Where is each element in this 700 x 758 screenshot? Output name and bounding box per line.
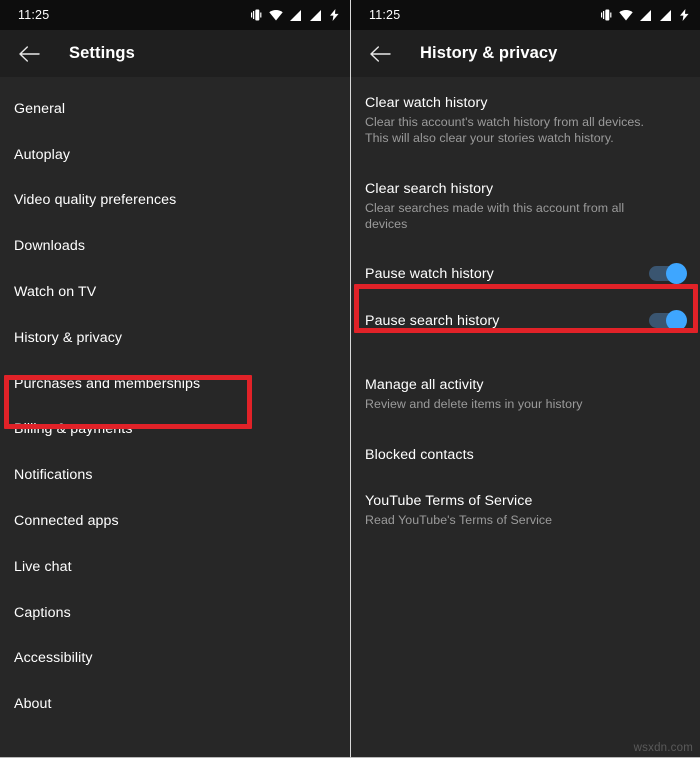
charging-bolt-icon [680, 9, 689, 21]
sidebar-item-billing-and-payments[interactable]: Billing & payments [0, 407, 350, 453]
status-bar-icons: x [251, 9, 339, 21]
dual-screenshot-container: 11:25 x Settings General Autoplay Video … [0, 0, 700, 758]
setting-title: Clear search history [365, 181, 494, 197]
setting-text-block: Clear watch history Clear this account's… [365, 94, 657, 146]
setting-row-youtube-terms-of-service[interactable]: YouTube Terms of Service Read YouTube's … [351, 481, 700, 528]
signal-bars-x-icon: x [309, 9, 323, 21]
setting-title: YouTube Terms of Service [365, 493, 533, 509]
sidebar-item-watch-on-tv[interactable]: Watch on TV [0, 269, 350, 315]
status-bar-clock: 11:25 [369, 8, 401, 22]
watermark: wsxdn.com [633, 742, 693, 754]
signal-bars-icon [640, 9, 652, 21]
status-bar-clock: 11:25 [18, 8, 50, 22]
setting-row-blocked-contacts[interactable]: Blocked contacts [351, 435, 700, 464]
back-arrow-icon [18, 45, 40, 62]
toggle-pause-watch-history[interactable] [649, 262, 687, 284]
sidebar-item-label: Downloads [14, 238, 86, 255]
settings-nav-list: General Autoplay Video quality preferenc… [0, 77, 350, 727]
setting-text-block: Blocked contacts [365, 446, 474, 464]
status-bar-left: 11:25 x [0, 0, 350, 30]
sidebar-item-accessibility[interactable]: Accessibility [0, 636, 350, 682]
setting-text-block: Clear search history Clear searches made… [365, 180, 657, 232]
wifi-icon [619, 9, 633, 21]
sidebar-item-label: General [14, 100, 66, 117]
back-button-right[interactable] [365, 39, 395, 69]
vibrate-icon [601, 9, 612, 21]
setting-title: Clear watch history [365, 95, 488, 111]
sidebar-item-label: Accessibility [14, 650, 93, 667]
history-privacy-list: Clear watch history Clear this account's… [351, 77, 700, 528]
setting-title: Pause search history [365, 312, 500, 329]
setting-title: Manage all activity [365, 377, 484, 393]
setting-subtitle: Clear this account's watch history from … [365, 115, 645, 145]
sidebar-item-label: Purchases and memberships [14, 375, 201, 392]
sidebar-item-label: Connected apps [14, 513, 119, 530]
setting-title: Blocked contacts [365, 447, 474, 463]
vibrate-icon [251, 9, 262, 21]
sidebar-item-general[interactable]: General [0, 86, 350, 132]
wifi-icon [269, 9, 283, 21]
sidebar-item-live-chat[interactable]: Live chat [0, 544, 350, 590]
app-bar-left: Settings [0, 30, 350, 77]
app-bar-right: History & privacy [351, 30, 700, 77]
sidebar-item-label: About [14, 696, 52, 713]
sidebar-item-notifications[interactable]: Notifications [0, 452, 350, 498]
sidebar-item-video-quality-preferences[interactable]: Video quality preferences [0, 178, 350, 224]
setting-subtitle: Review and delete items in your history [365, 397, 583, 411]
setting-row-pause-watch-history[interactable]: Pause watch history [351, 250, 700, 297]
history-privacy-content: Clear watch history Clear this account's… [351, 77, 700, 757]
settings-nav-content: General Autoplay Video quality preferenc… [0, 77, 350, 757]
left-phone-screen: 11:25 x Settings General Autoplay Video … [0, 0, 350, 758]
toggle-thumb [666, 309, 687, 331]
setting-row-clear-watch-history[interactable]: Clear watch history Clear this account's… [351, 83, 700, 146]
sidebar-item-label: Billing & payments [14, 421, 133, 438]
right-phone-screen: 11:25 x History & privacy Clear watch hi… [350, 0, 700, 758]
sidebar-item-connected-apps[interactable]: Connected apps [0, 498, 350, 544]
sidebar-item-label: History & privacy [14, 329, 123, 346]
sidebar-item-captions[interactable]: Captions [0, 590, 350, 636]
setting-text-block: YouTube Terms of Service Read YouTube's … [365, 492, 552, 528]
page-title-left: Settings [69, 44, 135, 62]
setting-row-pause-search-history[interactable]: Pause search history [351, 297, 700, 344]
setting-row-manage-all-activity[interactable]: Manage all activity Review and delete it… [351, 365, 700, 412]
sidebar-item-label: Live chat [14, 558, 72, 575]
sidebar-item-label: Captions [14, 604, 71, 621]
page-title-right: History & privacy [420, 44, 558, 62]
setting-title: Pause watch history [365, 265, 494, 282]
setting-subtitle: Clear searches made with this account fr… [365, 201, 625, 231]
setting-text-block: Manage all activity Review and delete it… [365, 376, 583, 412]
sidebar-item-downloads[interactable]: Downloads [0, 223, 350, 269]
charging-bolt-icon [330, 9, 339, 21]
status-bar-icons: x [601, 9, 689, 21]
status-bar-right: 11:25 x [351, 0, 700, 30]
sidebar-item-label: Watch on TV [14, 284, 97, 301]
setting-row-clear-search-history[interactable]: Clear search history Clear searches made… [351, 169, 700, 232]
signal-bars-x-icon: x [659, 9, 673, 21]
sidebar-item-label: Autoplay [14, 146, 71, 163]
back-button-left[interactable] [14, 39, 44, 69]
toggle-thumb [666, 262, 687, 284]
sidebar-item-label: Notifications [14, 467, 93, 484]
sidebar-item-purchases-and-memberships[interactable]: Purchases and memberships [0, 361, 350, 407]
sidebar-item-label: Video quality preferences [14, 192, 177, 209]
setting-subtitle: Read YouTube's Terms of Service [365, 513, 553, 527]
sidebar-item-history-and-privacy[interactable]: History & privacy [0, 315, 350, 361]
toggle-pause-search-history[interactable] [649, 309, 687, 331]
sidebar-item-autoplay[interactable]: Autoplay [0, 132, 350, 178]
sidebar-item-about[interactable]: About [0, 681, 350, 727]
signal-bars-icon [290, 9, 302, 21]
back-arrow-icon [369, 45, 391, 62]
